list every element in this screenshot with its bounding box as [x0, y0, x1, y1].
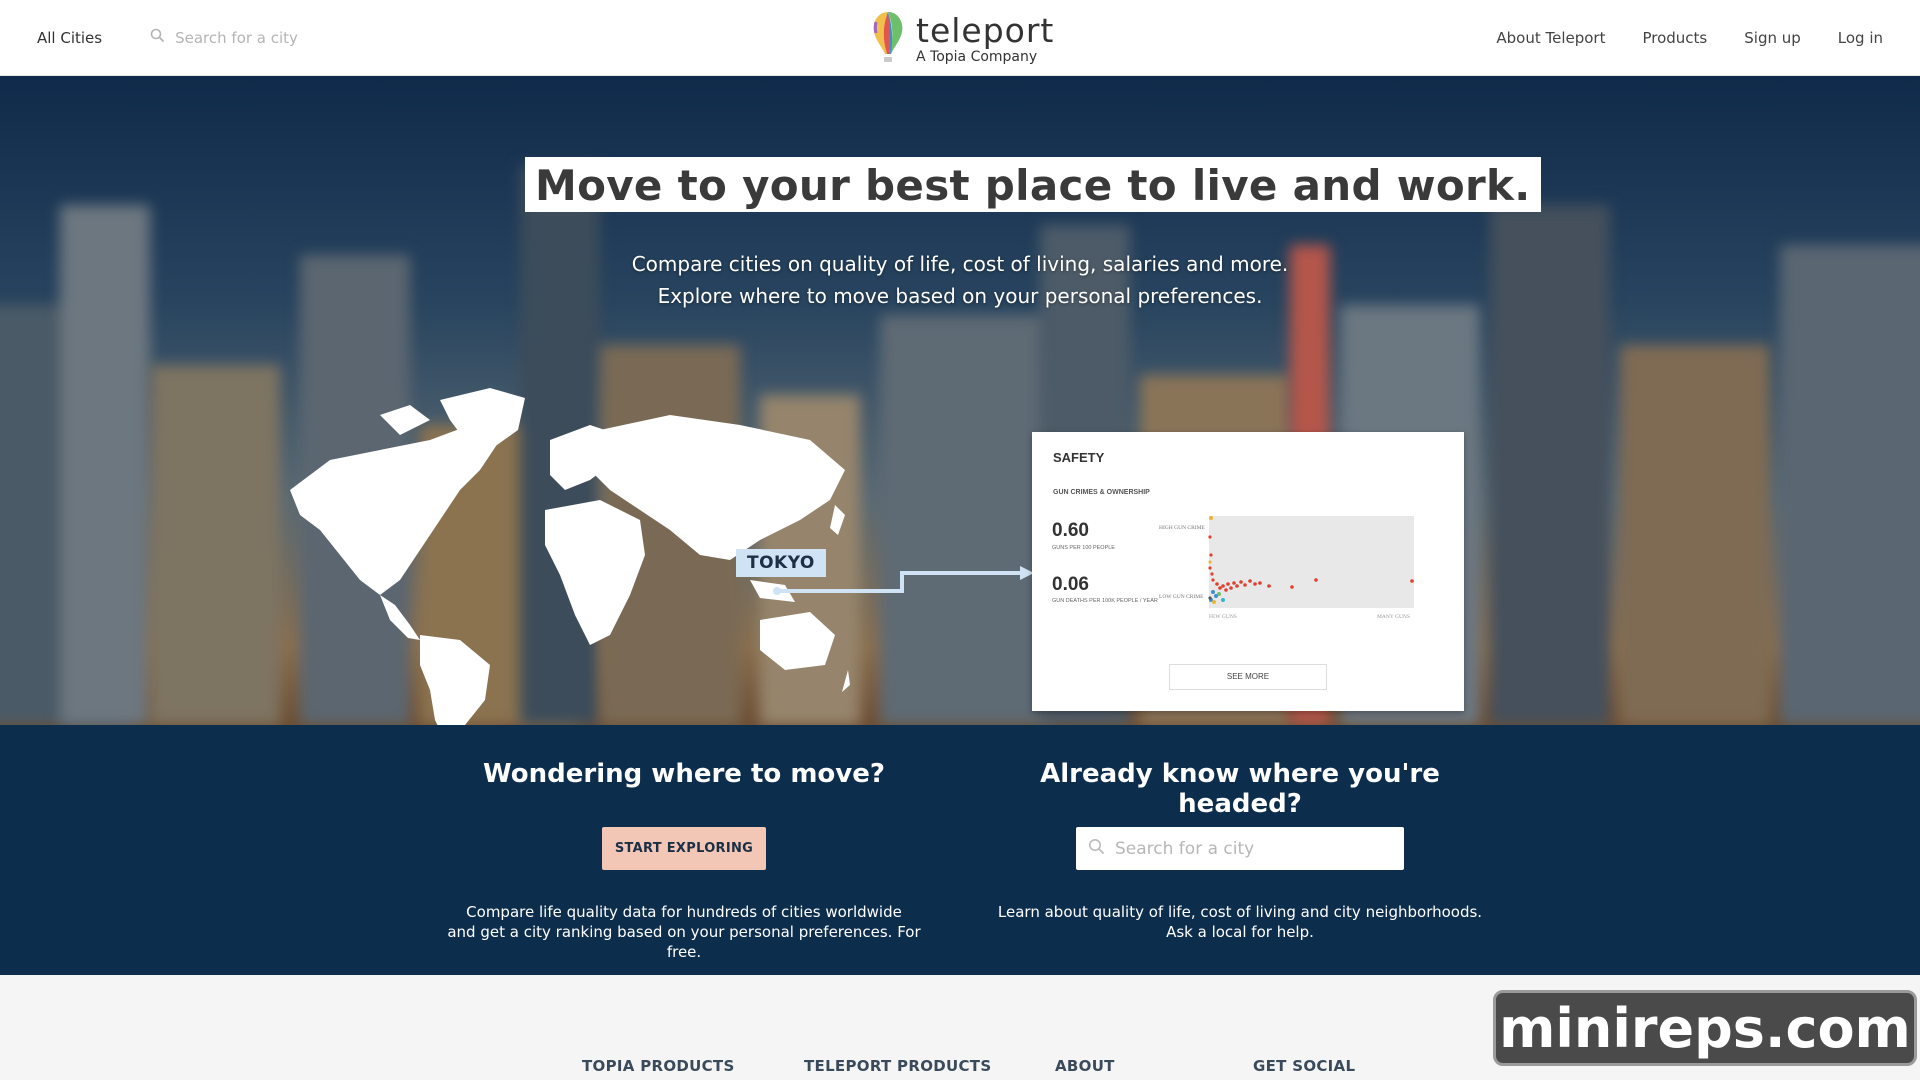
- cta-right-desc-line2: Ask a local for help.: [1166, 923, 1314, 941]
- footer-heading-teleport-products: TELEPORT PRODUCTS: [804, 1057, 992, 1075]
- x-low-label: FEW GUNS: [1209, 614, 1237, 620]
- cta-left-heading: Wondering where to move?: [483, 759, 885, 789]
- y-low-label: LOW GUN CRIME: [1159, 594, 1204, 600]
- guns-per-100-label: GUNS PER 100 PEOPLE: [1052, 545, 1115, 551]
- all-cities-link[interactable]: All Cities: [37, 29, 102, 47]
- nav-search-input[interactable]: [173, 27, 378, 48]
- tokyo-label: TOKYO: [736, 549, 826, 577]
- gun-crime-scatter-plot: HIGH GUN CRIME LOW GUN CRIME FEW GUNS MA…: [1159, 516, 1414, 620]
- sign-up-link[interactable]: Sign up: [1744, 29, 1801, 47]
- y-high-label: HIGH GUN CRIME: [1159, 525, 1205, 531]
- log-in-link[interactable]: Log in: [1838, 29, 1883, 47]
- nav-search[interactable]: [150, 27, 378, 48]
- top-navbar: All Cities teleport A Topia Company: [0, 0, 1920, 76]
- city-search-input[interactable]: [1113, 837, 1397, 860]
- gun-deaths-value: 0.06: [1052, 574, 1089, 595]
- search-icon: [150, 28, 165, 47]
- footer-heading-get-social: GET SOCIAL: [1253, 1057, 1356, 1075]
- watermark: minireps.com: [1493, 990, 1917, 1066]
- safety-card: SAFETY GUN CRIMES & OWNERSHIP 0.60 GUNS …: [1032, 432, 1464, 711]
- gun-deaths-label: GUN DEATHS PER 100K PEOPLE / YEAR: [1052, 598, 1158, 604]
- cta-right-heading: Already know where you're headed?: [1040, 759, 1440, 819]
- footer-heading-about: ABOUT: [1055, 1057, 1115, 1075]
- cta-band: Wondering where to move? START EXPLORING…: [0, 725, 1920, 975]
- see-more-button[interactable]: SEE MORE: [1169, 664, 1327, 690]
- logo-tagline: A Topia Company: [916, 48, 1038, 65]
- products-link[interactable]: Products: [1642, 29, 1707, 47]
- hero-subtitle-line2: Explore where to move based on your pers…: [657, 284, 1263, 308]
- cta-left-description: Compare life quality data for hundreds o…: [434, 902, 934, 962]
- cta-left-desc-line1: Compare life quality data for hundreds o…: [466, 903, 902, 921]
- city-search-box[interactable]: [1076, 827, 1404, 870]
- nav-links: About Teleport Products Sign up Log in: [1496, 0, 1883, 75]
- cta-right-desc-line1: Learn about quality of life, cost of liv…: [997, 903, 1483, 921]
- cta-right-description: Learn about quality of life, cost of liv…: [990, 902, 1490, 942]
- x-high-label: MANY GUNS: [1377, 614, 1410, 620]
- footer-heading-topia-products: TOPIA PRODUCTS: [582, 1057, 735, 1075]
- cta-right: Already know where you're headed? Learn …: [990, 725, 1490, 975]
- start-exploring-button[interactable]: START EXPLORING: [602, 827, 766, 870]
- hero-section: Move to your best place to live and work…: [0, 75, 1920, 725]
- cta-left: Wondering where to move? START EXPLORING…: [434, 725, 934, 975]
- hero-title: Move to your best place to live and work…: [525, 157, 1541, 212]
- safety-card-title: SAFETY: [1053, 450, 1105, 465]
- nav-left: All Cities: [37, 0, 378, 75]
- balloon-icon: [870, 10, 906, 68]
- hero-subtitle: Compare cities on quality of life, cost …: [0, 248, 1920, 312]
- teleport-logo[interactable]: teleport A Topia Company: [870, 10, 1054, 68]
- safety-card-section: GUN CRIMES & OWNERSHIP: [1053, 489, 1150, 496]
- cta-left-desc-line2: and get a city ranking based on your per…: [447, 923, 921, 961]
- logo-name: teleport: [916, 10, 1055, 50]
- hero-subtitle-line1: Compare cities on quality of life, cost …: [631, 252, 1289, 276]
- search-icon: [1088, 838, 1105, 859]
- about-teleport-link[interactable]: About Teleport: [1496, 29, 1605, 47]
- guns-per-100-value: 0.60: [1052, 520, 1089, 541]
